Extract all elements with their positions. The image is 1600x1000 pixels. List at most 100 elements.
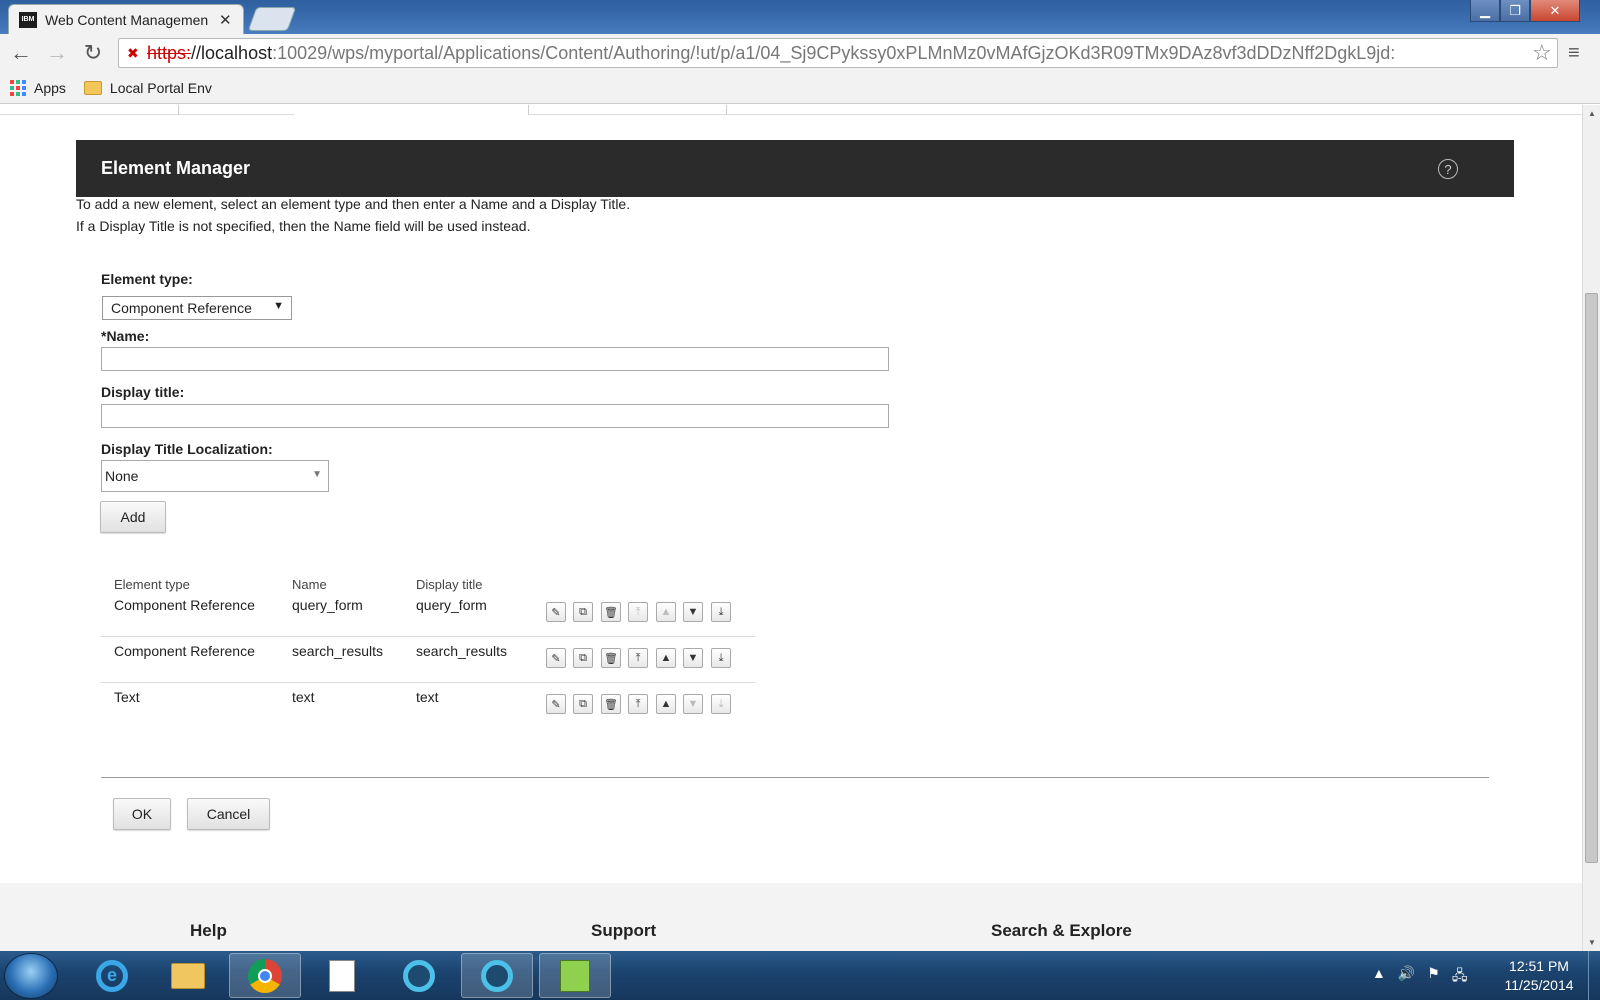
move-top-icon[interactable]: ⤒ — [628, 602, 648, 622]
edit-icon[interactable]: ✎ — [546, 648, 566, 668]
delete-icon[interactable]: 🗑 — [601, 648, 621, 668]
localization-select[interactable]: None ▼ — [101, 460, 329, 492]
taskbar-document-app[interactable] — [306, 953, 378, 998]
localization-label: Display Title Localization: — [101, 441, 273, 457]
move-up-icon[interactable]: ▲ — [656, 648, 676, 668]
network-icon[interactable]: 🖧 — [1452, 965, 1468, 989]
volume-icon[interactable]: 🔊 — [1398, 965, 1415, 989]
move-top-icon[interactable]: ⤒ — [628, 648, 648, 668]
notepad-icon — [560, 959, 590, 992]
address-bar[interactable]: ✖ https: //localhost :10029/wps/myportal… — [118, 38, 1558, 68]
taskbar-app-ring-2[interactable] — [461, 953, 533, 998]
bookmark-star-icon[interactable]: ☆ — [1532, 40, 1552, 66]
col-header-element-type: Element type — [114, 577, 190, 592]
table-row: Component Reference search_results searc… — [101, 637, 755, 683]
tab-web-content-manager[interactable]: IBM Web Content Managemen ✕ — [8, 4, 244, 34]
delete-icon[interactable]: 🗑 — [601, 602, 621, 622]
apps-grid-icon — [10, 79, 26, 96]
chrome-icon — [248, 958, 282, 993]
taskbar-file-explorer[interactable] — [152, 953, 224, 998]
add-button[interactable]: Add — [100, 501, 166, 533]
row-name: text — [292, 689, 315, 705]
scroll-down-icon[interactable]: ▼ — [1588, 938, 1596, 947]
move-bottom-icon[interactable]: ⤓ — [711, 694, 731, 714]
move-bottom-icon[interactable]: ⤓ — [711, 648, 731, 668]
element-type-value: Component Reference — [111, 300, 252, 316]
dropdown-arrow-icon: ▼ — [312, 469, 322, 480]
edit-icon[interactable]: ✎ — [546, 602, 566, 622]
move-top-icon[interactable]: ⤒ — [628, 694, 648, 714]
move-bottom-icon[interactable]: ⤓ — [711, 602, 731, 622]
back-arrow-icon[interactable]: ← — [8, 40, 34, 66]
ibm-favicon-icon: IBM — [19, 11, 37, 28]
col-header-display-title: Display title — [416, 577, 483, 592]
table-row: Component Reference query_form query_for… — [101, 591, 755, 637]
table-row: Text text text ✎ ⧉ 🗑 ⤒ ▲ ▼ ⤓ — [101, 683, 755, 729]
dropdown-arrow-icon: ▼ — [273, 300, 284, 312]
internet-explorer-icon: e — [96, 959, 128, 992]
move-down-icon[interactable]: ▼ — [683, 648, 703, 668]
browser-toolbar: ← → ↻ ✖ https: //localhost :10029/wps/my… — [0, 34, 1600, 72]
form-divider — [101, 777, 1489, 778]
tab-close-icon[interactable]: ✕ — [219, 11, 232, 29]
ok-button[interactable]: OK — [113, 798, 171, 830]
localization-value: None — [105, 468, 139, 484]
tray-expand-icon[interactable]: ▲ — [1372, 965, 1386, 989]
move-down-icon[interactable]: ▼ — [683, 602, 703, 622]
delete-icon[interactable]: 🗑 — [601, 694, 621, 714]
footer-help-link[interactable]: Help — [190, 921, 227, 941]
display-title-input[interactable] — [101, 404, 889, 428]
app-ring-icon — [481, 959, 513, 992]
page-title: Element Manager — [101, 158, 251, 178]
display-title-label: Display title: — [101, 384, 185, 400]
taskbar-notepad-plus[interactable] — [539, 953, 611, 998]
col-header-name: Name — [292, 577, 327, 592]
document-icon — [329, 959, 355, 992]
browser-menu-icon[interactable]: ≡ — [1568, 42, 1580, 65]
row-name: query_form — [292, 597, 363, 613]
taskbar-clock[interactable]: 12:51 PM 11/25/2014 — [1494, 957, 1584, 995]
tab-title: Web Content Managemen — [45, 11, 209, 28]
restore-button[interactable]: ❐ — [1500, 0, 1530, 22]
scroll-up-icon[interactable]: ▲ — [1588, 109, 1596, 118]
name-input[interactable] — [101, 347, 889, 371]
start-button[interactable] — [4, 953, 58, 999]
new-tab-button[interactable] — [247, 7, 297, 31]
copy-icon[interactable]: ⧉ — [573, 694, 593, 714]
move-down-icon[interactable]: ▼ — [683, 694, 703, 714]
browser-title-bar: IBM Web Content Managemen ✕ ▁ ❐ ✕ — [0, 0, 1600, 34]
page-scrollbar[interactable]: ▲ ▼ — [1582, 105, 1600, 951]
show-desktop-button[interactable] — [1588, 951, 1600, 1000]
edit-icon[interactable]: ✎ — [546, 694, 566, 714]
move-up-icon[interactable]: ▲ — [656, 694, 676, 714]
portal-nav-remnant — [0, 105, 1582, 116]
close-window-button[interactable]: ✕ — [1530, 0, 1580, 22]
row-element-type: Text — [114, 689, 140, 705]
insecure-lock-icon: ✖ — [127, 45, 139, 61]
taskbar-app-ring-1[interactable] — [383, 953, 455, 998]
copy-icon[interactable]: ⧉ — [573, 602, 593, 622]
help-icon[interactable]: ? — [1438, 159, 1458, 179]
copy-icon[interactable]: ⧉ — [573, 648, 593, 668]
taskbar-internet-explorer[interactable]: e — [76, 953, 148, 998]
page-content: Element Manager ? To add a new element, … — [0, 105, 1582, 951]
footer-support-link[interactable]: Support — [591, 921, 656, 941]
reload-icon[interactable]: ↻ — [80, 40, 106, 66]
bookmark-local-portal-env[interactable]: Local Portal Env — [83, 80, 212, 96]
cancel-button[interactable]: Cancel — [187, 798, 270, 830]
bookmark-apps-label: Apps — [34, 79, 66, 96]
row-display-title: text — [416, 689, 439, 705]
taskbar-chrome[interactable] — [229, 953, 301, 998]
element-manager-header: Element Manager ? — [76, 140, 1514, 197]
action-center-flag-icon[interactable]: ⚑ — [1427, 965, 1440, 989]
row-display-title: search_results — [416, 643, 508, 659]
footer-search-explore-link[interactable]: Search & Explore — [991, 921, 1132, 941]
move-up-icon[interactable]: ▲ — [656, 602, 676, 622]
url-path: :10029/wps/myportal/Applications/Content… — [272, 42, 1396, 63]
minimize-button[interactable]: ▁ — [1470, 0, 1500, 22]
scrollbar-thumb[interactable] — [1585, 293, 1598, 863]
forward-arrow-icon[interactable]: → — [44, 40, 70, 66]
element-type-select[interactable]: Component Reference ▼ — [102, 296, 292, 320]
folder-icon — [83, 80, 102, 95]
bookmark-apps[interactable]: Apps — [10, 79, 66, 96]
